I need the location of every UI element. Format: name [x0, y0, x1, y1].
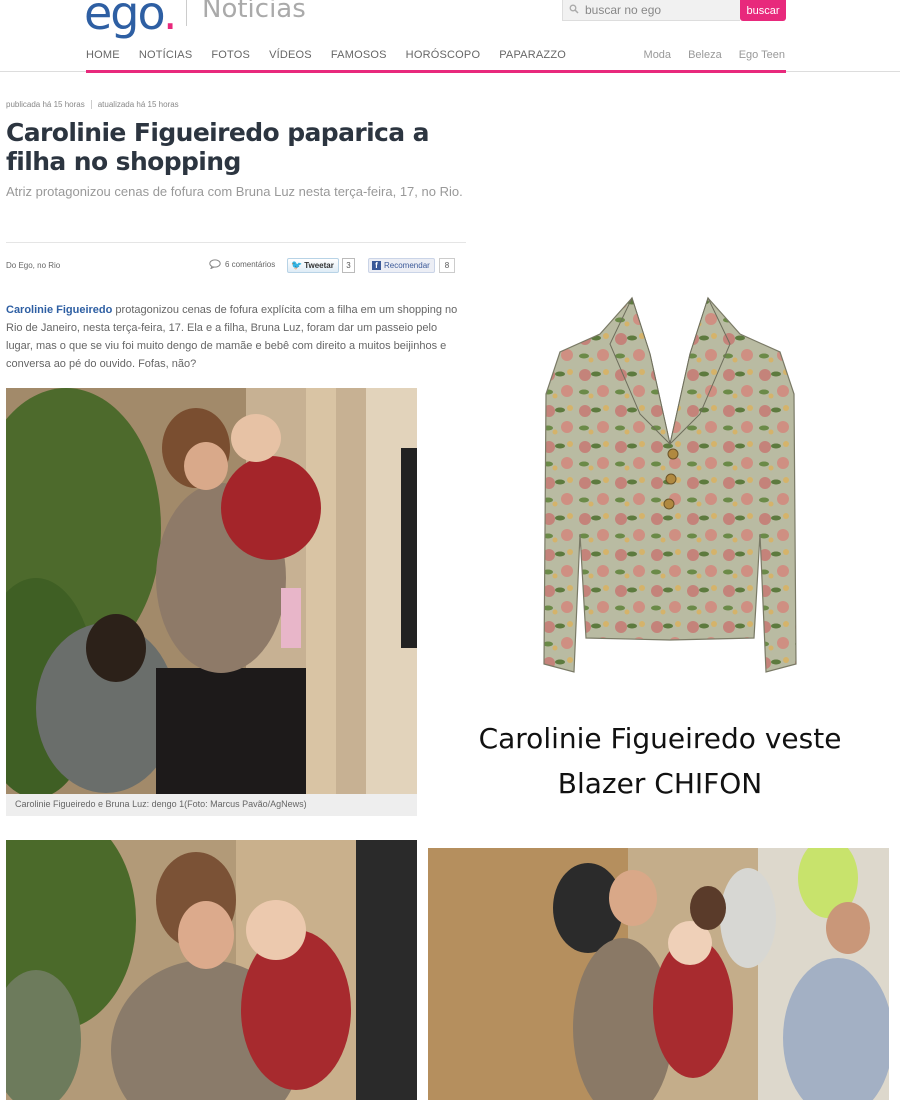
- section-title[interactable]: Notícias: [202, 0, 306, 24]
- secondary-nav: Moda Beleza Ego Teen: [627, 49, 785, 61]
- nav-horoscopo[interactable]: HORÓSCOPO: [406, 49, 481, 61]
- tweet-label: Tweetar: [304, 261, 334, 270]
- nav-beleza[interactable]: Beleza: [688, 49, 722, 61]
- article-photo-3[interactable]: [428, 848, 889, 1100]
- photo-mother-baby-1: [6, 388, 417, 794]
- updated-time: atualizada há 15 horas: [97, 100, 179, 109]
- article-subtitle: Atriz protagonizou cenas de fofura com B…: [6, 184, 463, 199]
- nav-famosos[interactable]: FAMOSOS: [331, 49, 387, 61]
- blazer-product-image[interactable]: [540, 294, 800, 678]
- nav-fotos[interactable]: FOTOS: [211, 49, 250, 61]
- nav-ego-teen[interactable]: Ego Teen: [739, 49, 785, 61]
- subtitle-divider: [6, 242, 466, 243]
- nav-videos[interactable]: VÍDEOS: [269, 49, 312, 61]
- photo-mother-kissing-baby: [6, 840, 417, 1100]
- search-input[interactable]: [585, 1, 735, 19]
- article-body: Carolinie Figueiredo protagonizou cenas …: [6, 301, 466, 373]
- article-photo-1[interactable]: [6, 388, 417, 794]
- photo-mall-walk: [428, 848, 889, 1100]
- fb-label: Recomendar: [384, 261, 430, 270]
- article-meta: publicada há 15 horas atualizada há 15 h…: [6, 100, 179, 109]
- twitter-bird-icon: 🐦: [291, 260, 303, 270]
- nav-accent-line: [86, 70, 786, 73]
- tweet-button[interactable]: 🐦 Tweetar: [287, 258, 339, 273]
- facebook-recommend-button[interactable]: f Recomendar: [368, 258, 435, 273]
- logo-text: ego: [84, 0, 165, 40]
- photo-caption: Carolinie Figueiredo e Bruna Luz: dengo …: [6, 794, 417, 816]
- comments-count: 6 comentários: [225, 259, 276, 269]
- main-nav: HOME NOTÍCIAS FOTOS VÍDEOS FAMOSOS HORÓS…: [86, 49, 585, 61]
- comment-bubble-icon: [209, 259, 221, 269]
- comments-link[interactable]: 6 comentários: [209, 259, 275, 269]
- published-time: publicada há 15 horas: [6, 100, 85, 109]
- logo-dot: .: [162, 0, 178, 40]
- nav-home[interactable]: HOME: [86, 49, 120, 61]
- product-caption-line1: Carolinie Figueiredo veste: [478, 722, 842, 755]
- nav-moda[interactable]: Moda: [644, 49, 672, 61]
- ego-logo[interactable]: ego.: [84, 0, 178, 40]
- nav-paparazzo[interactable]: PAPARAZZO: [499, 49, 566, 61]
- article-title: Carolinie Figueiredo paparica a filha no…: [6, 118, 430, 176]
- actress-link[interactable]: Carolinie Figueiredo: [6, 304, 112, 316]
- tweet-count: 3: [342, 258, 355, 273]
- nav-noticias[interactable]: NOTÍCIAS: [139, 49, 193, 61]
- meta-separator: [90, 100, 92, 109]
- byline: Do Ego, no Rio: [6, 261, 61, 270]
- fb-count: 8: [439, 258, 455, 273]
- facebook-icon: f: [372, 261, 381, 270]
- product-caption: Carolinie Figueiredo veste Blazer CHIFON: [470, 716, 850, 806]
- logo-divider: [186, 0, 187, 26]
- product-caption-line2: Blazer CHIFON: [557, 767, 763, 800]
- search-icon: [569, 4, 579, 14]
- search-button[interactable]: buscar: [740, 0, 786, 21]
- article-photo-2[interactable]: [6, 840, 417, 1100]
